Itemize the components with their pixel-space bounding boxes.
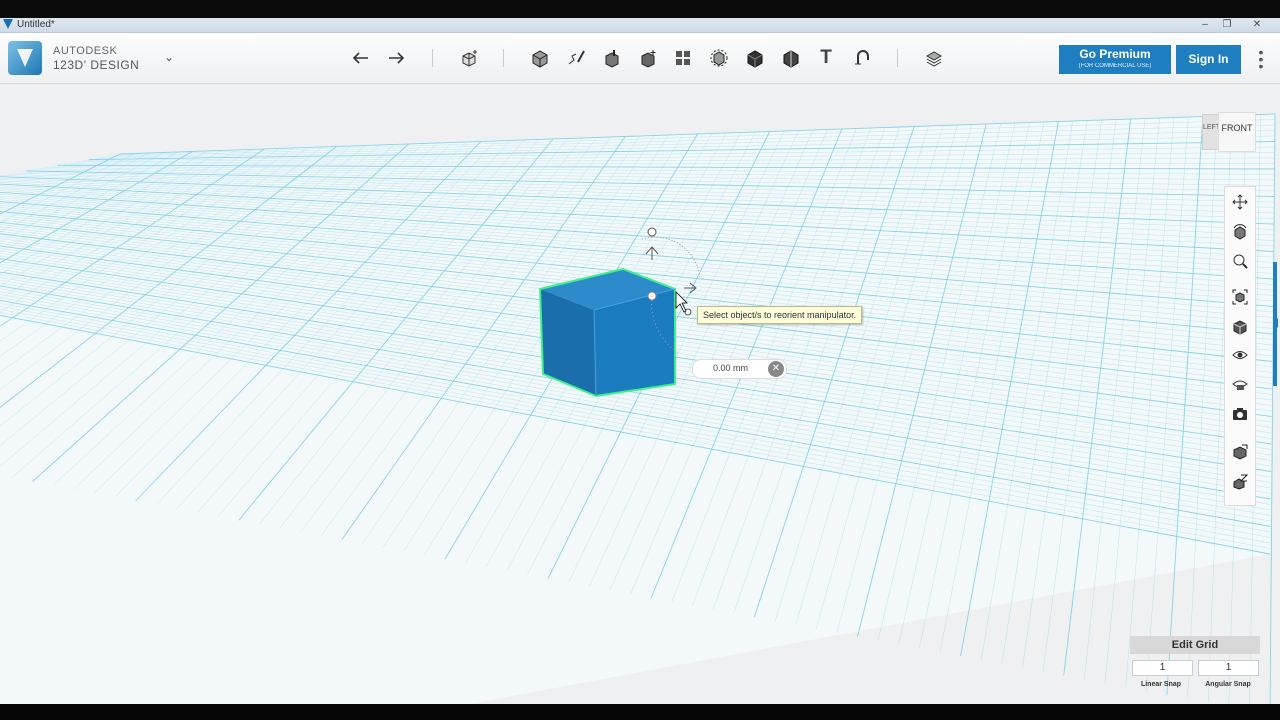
primitives-icon[interactable] xyxy=(527,45,553,71)
go-premium-button[interactable]: Go Premium (FOR COMMERCIAL USE) xyxy=(1059,45,1171,74)
pan-icon[interactable] xyxy=(1228,191,1252,213)
dimension-input[interactable]: 0.00 mm ✕ xyxy=(692,359,787,379)
move-x-arrow-icon[interactable] xyxy=(684,282,697,294)
materials-outlines-icon[interactable] xyxy=(1228,373,1252,395)
fit-icon[interactable] xyxy=(1228,286,1252,308)
go-premium-sublabel: (FOR COMMERCIAL USE) xyxy=(1078,63,1152,69)
views-icon[interactable] xyxy=(1228,316,1252,338)
angular-snap-input[interactable]: 1 xyxy=(1198,660,1259,676)
text-icon[interactable]: T xyxy=(813,45,839,71)
brand-product: 123D' DESIGN xyxy=(53,58,140,72)
reorient-tooltip: Select object/s to reorient manipulator. xyxy=(697,306,863,324)
go-premium-label: Go Premium xyxy=(1079,47,1151,61)
chevron-down-icon[interactable]: ⌄ xyxy=(164,50,174,64)
redo-icon[interactable] xyxy=(383,45,409,71)
rotate-handle-icon[interactable] xyxy=(647,227,657,237)
edit-grid-panel: Edit Grid 1 1 Linear Snap Angular Snap xyxy=(1130,636,1260,696)
visibility-icon[interactable] xyxy=(1228,344,1252,366)
main-toolbar: AUTODESK 123D' DESIGN ⌄ T Go Premium (FO… xyxy=(0,33,1280,84)
linear-snap-label: Linear Snap xyxy=(1140,681,1182,688)
toolbar-separator xyxy=(897,49,898,67)
linear-snap-input[interactable]: 1 xyxy=(1132,660,1193,676)
ungroup-icon[interactable] xyxy=(1228,471,1252,493)
app-logo[interactable] xyxy=(8,41,42,75)
more-menu-icon[interactable]: • • • xyxy=(1256,45,1266,73)
construct-icon[interactable] xyxy=(599,45,625,71)
orbit-icon[interactable] xyxy=(1228,221,1252,243)
material-icon[interactable] xyxy=(921,45,947,71)
sketch-icon[interactable] xyxy=(563,45,589,71)
selected-cube[interactable] xyxy=(0,84,1280,704)
toolbar-separator xyxy=(503,49,504,67)
move-up-arrow-icon[interactable] xyxy=(645,246,659,260)
undo-icon[interactable] xyxy=(348,45,374,71)
screen-top-border xyxy=(0,0,1280,18)
transform-icon[interactable] xyxy=(456,45,482,71)
window-title: Untitled* xyxy=(17,19,55,30)
screen-bottom-border xyxy=(0,704,1280,720)
zoom-icon[interactable] xyxy=(1228,250,1252,272)
view-cube[interactable]: LEFT FRONT xyxy=(1202,104,1256,154)
combine-icon[interactable] xyxy=(742,45,768,71)
measure-icon[interactable] xyxy=(778,45,804,71)
mouse-cursor-icon xyxy=(675,291,688,313)
modify-icon[interactable] xyxy=(635,45,661,71)
toolbar-separator xyxy=(432,49,433,67)
sign-in-button[interactable]: Sign In xyxy=(1176,45,1241,74)
dimension-value: 0.00 mm xyxy=(713,363,749,373)
app-icon xyxy=(3,19,13,29)
pattern-icon[interactable] xyxy=(670,45,696,71)
dimension-tool-icon[interactable]: ✕ xyxy=(768,361,784,377)
edit-grid-button[interactable]: Edit Grid xyxy=(1130,636,1260,654)
grouping-icon[interactable] xyxy=(706,45,732,71)
close-button[interactable]: ✕ xyxy=(1246,18,1268,32)
rotate-handle-icon[interactable] xyxy=(684,308,692,316)
viewcube-front-face[interactable]: FRONT xyxy=(1218,112,1256,152)
minimize-button[interactable]: – xyxy=(1194,18,1216,32)
snap-icon[interactable] xyxy=(849,45,875,71)
grid-settings-icon[interactable] xyxy=(1228,441,1252,463)
angular-snap-label: Angular Snap xyxy=(1205,681,1251,688)
3d-viewport[interactable]: Select object/s to reorient manipulator.… xyxy=(0,84,1280,704)
brand-autodesk: AUTODESK xyxy=(53,45,118,57)
title-bar: Untitled* – ❐ ✕ xyxy=(0,18,1280,33)
expand-panel-arrow-icon[interactable] xyxy=(1273,318,1278,328)
maximize-button[interactable]: ❐ xyxy=(1216,18,1238,32)
navigation-bar xyxy=(1224,186,1256,506)
snapshot-icon[interactable] xyxy=(1228,403,1252,425)
